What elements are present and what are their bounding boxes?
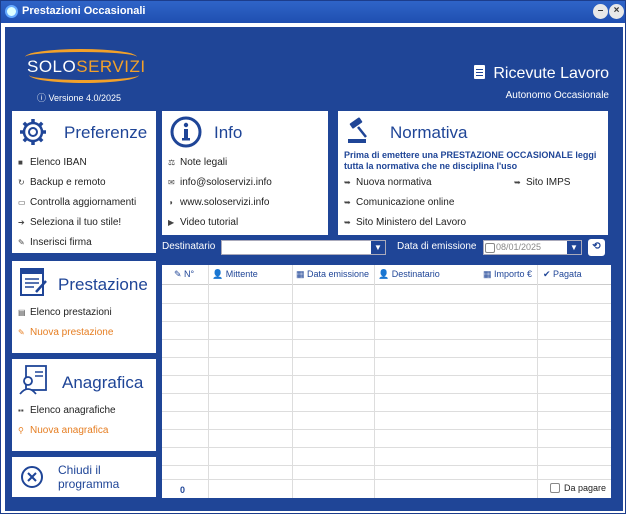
data-emissione-checkbox[interactable] (485, 243, 495, 253)
data-emissione-picker[interactable]: 08/01/2025 ▼ (483, 240, 582, 255)
page-subtitle: Autonomo Occasionale (505, 90, 609, 101)
prestazione-panel: Prestazione ▤ Elenco prestazioni ✎ Nuova p… (12, 261, 156, 353)
contact-card-icon (19, 365, 47, 395)
controlla-aggiornamenti-link[interactable]: ▭ Controlla aggiornamenti (18, 197, 136, 208)
column-destinatario[interactable]: 👤 Destinatario (378, 269, 440, 280)
data-emissione-label: Data di emissione (397, 241, 477, 252)
version-label: ⓘ Versione 4.0/2025 (37, 93, 122, 103)
destinatario-select[interactable]: ▼ (221, 240, 386, 255)
chevron-down-icon: ▼ (371, 241, 385, 254)
note-legali-link[interactable]: ⚖ Note legali (168, 157, 227, 168)
elenco-prestazioni-link[interactable]: ▤ Elenco prestazioni (18, 307, 112, 318)
prestazioni-table[interactable]: ✎ N° 👤 Mittente ▦ Data emissione 👤 Desti… (162, 265, 611, 498)
video-tutorial-link[interactable]: ▶ Video tutorial (168, 217, 238, 228)
minimize-button[interactable]: – (593, 4, 608, 19)
nuova-anagrafica-link[interactable]: ⚲ Nuova anagrafica (18, 425, 108, 436)
column-mittente[interactable]: 👤 Mittente (212, 269, 258, 280)
elenco-anagrafiche-link[interactable]: ▪▪ Elenco anagrafiche (18, 405, 116, 416)
destinatario-label: Destinatario (162, 241, 216, 252)
invoice-icon (20, 268, 47, 296)
da-pagare-checkbox[interactable] (550, 483, 560, 493)
refresh-button[interactable]: ⟲ (588, 239, 605, 256)
normativa-title: Normativa (390, 123, 468, 142)
preferenze-panel: Preferenze ■ Elenco IBAN ↻ Backup e remoto… (12, 111, 156, 253)
sito-imps-link[interactable]: ➥ Sito IMPS (514, 177, 570, 188)
column-numero[interactable]: ✎ N° (174, 269, 194, 280)
soloservizi-logo: SOLOSERVIZI (23, 49, 145, 87)
chevron-down-icon: ▼ (567, 241, 581, 254)
prestazione-title: Prestazione (58, 275, 148, 294)
website-link[interactable]: ◑ www.soloservizi.info (168, 197, 269, 208)
chiudi-programma-button[interactable]: Chiudi il programma (12, 457, 156, 497)
table-header: ✎ N° 👤 Mittente ▦ Data emissione 👤 Desti… (162, 265, 611, 285)
document-icon (474, 65, 486, 79)
app-icon (5, 5, 18, 18)
elenco-iban-link[interactable]: ■ Elenco IBAN (18, 157, 87, 168)
comunicazione-online-link[interactable]: ➥ Comunicazione online (344, 197, 454, 208)
app-window: Prestazioni Occasionali – × SOLOSERVIZI … (0, 0, 626, 514)
window-title: Prestazioni Occasionali (22, 5, 146, 17)
column-pagata[interactable]: ✔ Pagata (543, 269, 582, 280)
email-link[interactable]: ✉ info@soloservizi.info (168, 177, 272, 188)
sito-ministero-link[interactable]: ➥ Sito Ministero del Lavoro (344, 217, 466, 228)
anagrafica-title: Anagrafica (62, 373, 144, 392)
preferenze-title: Preferenze (64, 123, 148, 142)
normativa-notice: Prima di emettere una PRESTAZIONE OCCASI… (344, 150, 597, 171)
seleziona-stile-link[interactable]: ➔ Seleziona il tuo stile! (18, 217, 121, 228)
normativa-panel: Normativa Prima di emettere una PRESTAZI… (338, 111, 608, 235)
column-data-emissione[interactable]: ▦ Data emissione (296, 269, 369, 280)
main-area: SOLOSERVIZI ⓘ Versione 4.0/2025 Ricevute… (5, 27, 623, 511)
title-bar: Prestazioni Occasionali – × (1, 1, 625, 23)
gear-icon (20, 119, 46, 145)
backup-link[interactable]: ↻ Backup e remoto (18, 177, 106, 188)
record-count: 0 (180, 485, 186, 495)
anagrafica-panel: Anagrafica ▪▪ Elenco anagrafiche ⚲ Nuova a… (12, 359, 156, 451)
page-title: Ricevute Lavoro (474, 65, 609, 83)
chiudi-label: Chiudi il programma (58, 463, 120, 491)
info-title: Info (214, 123, 243, 142)
column-importo[interactable]: ▦ Importo € (483, 269, 532, 280)
gavel-icon (348, 117, 367, 143)
nuova-normativa-link[interactable]: ➥ Nuova normativa (344, 177, 432, 188)
inserisci-firma-link[interactable]: ✎ Inserisci firma (18, 237, 92, 248)
info-icon (170, 116, 202, 148)
close-button[interactable]: × (609, 4, 624, 19)
da-pagare-label: Da pagare (564, 483, 607, 493)
info-panel: Info ⚖ Note legali ✉ info@soloservizi.info… (162, 111, 328, 235)
nuova-prestazione-link[interactable]: ✎ Nuova prestazione (18, 327, 113, 338)
close-circle-icon (21, 466, 43, 488)
